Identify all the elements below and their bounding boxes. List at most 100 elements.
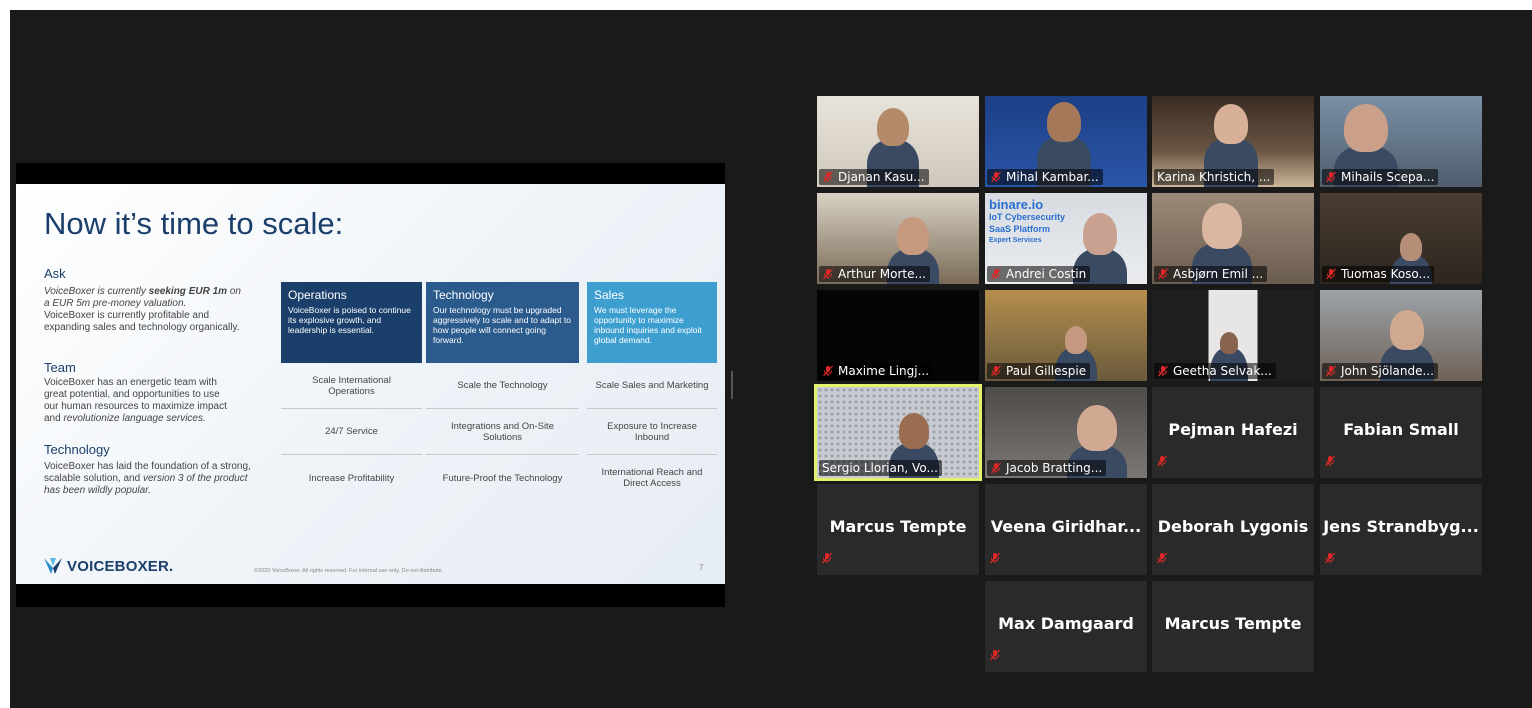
- participant-name-label: Karina Khristich, ...: [1154, 169, 1275, 185]
- participant-head: [1047, 102, 1081, 142]
- participant-name: Karina Khristich, ...: [1157, 170, 1271, 184]
- participant-name-label: Maxime Lingj...: [819, 363, 934, 379]
- presentation-slide: Now it’s time to scale: Ask VoiceBoxer i…: [16, 184, 725, 584]
- participant-name: John Sjölande...: [1341, 364, 1434, 378]
- muted-mic-icon: [1157, 268, 1173, 280]
- muted-mic-icon: [989, 551, 1005, 569]
- participant-tile[interactable]: Paul Gillespie: [985, 290, 1147, 381]
- muted-mic-icon: [990, 268, 1006, 280]
- operations-column: Operations VoiceBoxer is poised to conti…: [281, 282, 422, 501]
- sales-cell: International Reach and Direct Access: [601, 467, 703, 489]
- team-heading: Team: [44, 360, 76, 375]
- participant-head: [877, 108, 909, 146]
- participant-tile[interactable]: Fabian Small: [1320, 387, 1482, 478]
- participant-tile[interactable]: John Sjölande...: [1320, 290, 1482, 381]
- participant-head: [1220, 332, 1238, 354]
- muted-mic-icon: [1324, 454, 1340, 472]
- participant-tile[interactable]: Mihal Kambar...: [985, 96, 1147, 187]
- slide-page-number: 7: [699, 563, 704, 572]
- participant-name: Andrei Costin: [1006, 267, 1087, 281]
- participant-name-label: Geetha Selvak...: [1154, 363, 1276, 379]
- participant-tile[interactable]: Tuomas Koso...: [1320, 193, 1482, 284]
- participant-name-label: Andrei Costin: [987, 266, 1091, 282]
- copyright-text: ©2020 VoiceBoxer. All rights reserved. F…: [254, 568, 444, 574]
- slide-title: Now it’s time to scale:: [44, 206, 344, 241]
- sales-cell: Scale Sales and Marketing: [587, 363, 717, 409]
- technology-column: Technology Our technology must be upgrad…: [426, 282, 579, 501]
- virtual-background-banner: binare.io IoT Cybersecurity SaaS Platform E…: [989, 197, 1066, 244]
- muted-mic-icon: [989, 648, 1005, 666]
- participant-name: Max Damgaard: [998, 614, 1134, 633]
- participant-name: Maxime Lingj...: [838, 364, 930, 378]
- muted-mic-icon: [1156, 551, 1172, 569]
- participant-name-label: Jacob Bratting...: [987, 460, 1107, 476]
- participant-head: [899, 413, 929, 449]
- participant-name: Jacob Bratting...: [1006, 461, 1103, 475]
- ask-heading: Ask: [44, 266, 66, 281]
- participant-tile[interactable]: Marcus Tempte: [817, 484, 979, 575]
- participant-tile[interactable]: Karina Khristich, ...: [1152, 96, 1314, 187]
- participant-tile[interactable]: Marcus Tempte: [1152, 581, 1314, 672]
- participant-tile[interactable]: Veena Giridhar...: [985, 484, 1147, 575]
- participant-name: Pejman Hafezi: [1168, 420, 1298, 439]
- muted-mic-icon: [822, 268, 838, 280]
- participant-tile[interactable]: Max Damgaard: [985, 581, 1147, 672]
- voiceboxer-logo-icon: [44, 558, 62, 574]
- operations-cell: Scale International Operations: [281, 363, 422, 409]
- participant-tile[interactable]: Geetha Selvak...: [1152, 290, 1314, 381]
- operations-cell: Increase Profitability: [308, 472, 395, 484]
- participant-name: Arthur Morte...: [838, 267, 926, 281]
- split-view-resize-handle[interactable]: [731, 371, 733, 399]
- muted-mic-icon: [1157, 365, 1173, 377]
- participant-tile[interactable]: Asbjørn Emil ...: [1152, 193, 1314, 284]
- participant-name: Veena Giridhar...: [990, 517, 1142, 536]
- participant-name-label: Paul Gillespie: [987, 363, 1091, 379]
- participant-tile[interactable]: Maxime Lingj...: [817, 290, 979, 381]
- participant-name-label: Djanan Kasu...: [819, 169, 929, 185]
- muted-mic-icon: [1325, 171, 1341, 183]
- participant-tile[interactable]: Mihails Scepa...: [1320, 96, 1482, 187]
- muted-mic-icon: [822, 365, 838, 377]
- participant-tile[interactable]: Deborah Lygonis: [1152, 484, 1314, 575]
- participant-tile[interactable]: Arthur Morte...: [817, 193, 979, 284]
- technology-cell: Scale the Technology: [426, 363, 579, 409]
- participant-name: Paul Gillespie: [1006, 364, 1087, 378]
- participant-tile[interactable]: Pejman Hafezi: [1152, 387, 1314, 478]
- participant-head: [1214, 104, 1248, 144]
- sales-column: Sales We must leverage the opportunity t…: [587, 282, 717, 501]
- participant-name-label: Tuomas Koso...: [1322, 266, 1435, 282]
- participant-name-label: Mihal Kambar...: [987, 169, 1103, 185]
- participant-name: Marcus Tempte: [829, 517, 967, 536]
- muted-mic-icon: [990, 365, 1006, 377]
- participant-name: Fabian Small: [1343, 420, 1459, 439]
- participant-tile[interactable]: binare.io IoT Cybersecurity SaaS Platform E…: [985, 193, 1147, 284]
- muted-mic-icon: [1325, 268, 1341, 280]
- participant-head: [1400, 233, 1422, 261]
- technology-header: Technology Our technology must be upgrad…: [426, 282, 579, 363]
- sales-cell: Exposure to Increase Inbound: [587, 409, 717, 455]
- participant-name: Jens Strandbyg...: [1323, 517, 1479, 536]
- technology-cell: Future-Proof the Technology: [442, 472, 563, 484]
- participant-tile[interactable]: Jens Strandbyg...: [1320, 484, 1482, 575]
- participant-head: [1065, 326, 1087, 354]
- participant-head: [1202, 203, 1242, 249]
- participant-tile[interactable]: Jacob Bratting...: [985, 387, 1147, 478]
- participant-tile-active-speaker[interactable]: Sergio Llorian, Vo...: [817, 387, 979, 478]
- participant-name: Sergio Llorian, Vo...: [822, 461, 938, 475]
- participant-tile[interactable]: Djanan Kasu...: [817, 96, 979, 187]
- technology-text: VoiceBoxer has laid the foundation of a …: [44, 461, 251, 496]
- muted-mic-icon: [1156, 454, 1172, 472]
- participant-name: Deborah Lygonis: [1157, 517, 1309, 536]
- participant-name-label: Asbjørn Emil ...: [1154, 266, 1268, 282]
- technology-cell: Integrations and On-Site Solutions: [426, 409, 579, 455]
- participant-name-label: Arthur Morte...: [819, 266, 930, 282]
- team-text: VoiceBoxer has an energetic team with gr…: [44, 377, 227, 424]
- participant-name: Mihal Kambar...: [1006, 170, 1099, 184]
- participant-head: [1077, 405, 1117, 451]
- participant-name-label: John Sjölande...: [1322, 363, 1438, 379]
- muted-mic-icon: [1324, 551, 1340, 569]
- participant-name: Geetha Selvak...: [1173, 364, 1272, 378]
- muted-mic-icon: [822, 171, 838, 183]
- ask-text: VoiceBoxer is currently seeking EUR 1m o…: [44, 286, 241, 333]
- participant-head: [897, 217, 929, 255]
